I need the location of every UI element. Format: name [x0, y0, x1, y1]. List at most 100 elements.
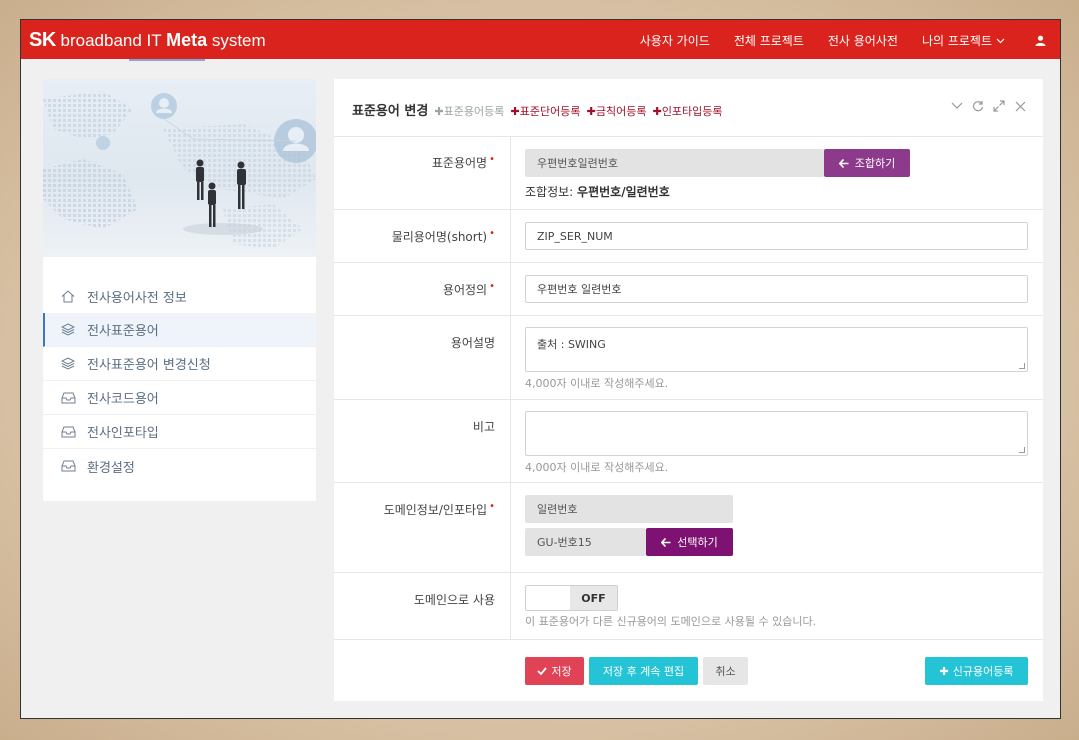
use-as-domain-help: 이 표준용어가 다른 신규용어의 도메인으로 사용될 수 있습니다. [525, 615, 817, 628]
row-domain: 도메인정보/인포타입 • 일련번호 GU-번호15 선택하기 [334, 483, 1043, 573]
sidebar-item-standard-terms[interactable]: 전사표준용어 [43, 313, 316, 347]
sidebar-item-dictionary-info[interactable]: 전사용어사전 정보 [43, 279, 316, 313]
refresh-icon[interactable] [971, 99, 985, 113]
nav-my-projects[interactable]: 나의 프로젝트 [922, 32, 1005, 49]
description-textarea[interactable]: 출처 : SWING [525, 327, 1028, 372]
logo-system: system [207, 31, 266, 50]
label-remark: 비고 [334, 400, 511, 482]
brand-logo[interactable]: SK broadband IT Meta system [29, 29, 266, 52]
link-register-forbidden[interactable]: ✚금칙어등록 [587, 105, 647, 118]
combine-button[interactable]: 조합하기 [824, 149, 910, 177]
sidebar-item-label: 전사인포타입 [87, 426, 159, 441]
chevron-down-icon[interactable] [950, 99, 964, 113]
row-definition: 용어정의 • 우편번호 일련번호 [334, 263, 1043, 316]
description-text: 출처 : SWING [537, 338, 606, 351]
save-continue-button[interactable]: 저장 후 계속 편집 [589, 657, 698, 685]
label-standard-term: 표준용어명 • [334, 137, 511, 209]
sidebar-item-label: 전사표준용어 변경신청 [87, 358, 211, 373]
link-label: 인포타입등록 [661, 105, 723, 118]
expand-icon[interactable] [992, 99, 1006, 113]
select-button-label: 선택하기 [677, 536, 718, 549]
home-icon [59, 287, 77, 305]
edit-panel: 표준용어 변경 ✚표준용어등록 ✚표준단어등록 ✚금칙어등록 ✚인포타입등록 표… [334, 79, 1043, 701]
use-as-domain-toggle[interactable]: OFF [525, 585, 618, 611]
link-register-term[interactable]: ✚표준용어등록 [434, 105, 504, 118]
inbox-icon [59, 389, 77, 407]
panel-title-area: 표준용어 변경 ✚표준용어등록 ✚표준단어등록 ✚금칙어등록 ✚인포타입등록 [352, 100, 723, 119]
label-text: 용어정의 [442, 283, 488, 297]
sidebar-item-label: 전사코드용어 [87, 392, 159, 407]
sidebar-item-code-terms[interactable]: 전사코드용어 [43, 381, 316, 415]
combo-info: 조합정보: 우편번호/일련번호 [525, 183, 670, 200]
required-mark: • [489, 281, 495, 292]
layers-icon [59, 321, 77, 339]
save-button-label: 저장 [551, 665, 572, 678]
save-continue-label: 저장 후 계속 편집 [602, 665, 685, 678]
resize-handle[interactable] [1019, 447, 1025, 453]
required-mark: • [489, 228, 495, 239]
user-icon[interactable] [1035, 32, 1046, 49]
row-description: 용어설명 출처 : SWING 4,000자 이내로 작성해주세요. [334, 316, 1043, 400]
select-button[interactable]: 선택하기 [646, 528, 733, 556]
row-standard-term: 표준용어명 • 우편번호일련번호 조합하기 조합정보: 우편번호/일련번호 [334, 137, 1043, 210]
cancel-button-label: 취소 [715, 665, 736, 678]
standard-term-input[interactable]: 우편번호일련번호 [525, 149, 824, 177]
label-text: 물리용어명(short) [391, 230, 488, 244]
app-window: SK broadband IT Meta system 사용자 가이드 전체 프… [20, 19, 1061, 719]
nav-user-guide[interactable]: 사용자 가이드 [640, 32, 710, 49]
page-title: 표준용어 변경 [352, 104, 429, 119]
resize-handle[interactable] [1019, 363, 1025, 369]
link-label: 금칙어등록 [595, 105, 647, 118]
check-icon [537, 667, 548, 675]
sidebar: 전사용어사전 정보 전사표준용어 전사표준용어 변경신청 전사코드용어 전사인포… [43, 79, 316, 501]
logo-broadband: broadband IT [55, 31, 167, 50]
top-nav: 사용자 가이드 전체 프로젝트 전사 용어사전 나의 프로젝트 [616, 32, 1046, 49]
row-use-as-domain: 도메인으로 사용 OFF 이 표준용어가 다른 신규용어의 도메인으로 사용될 … [334, 573, 1043, 640]
remark-textarea[interactable] [525, 411, 1028, 456]
label-text: 도메인정보/인포타입 [383, 503, 488, 517]
sidebar-item-label: 전사용어사전 정보 [87, 290, 187, 306]
nav-enterprise-dictionary[interactable]: 전사 용어사전 [828, 32, 898, 49]
toggle-off-label: OFF [570, 586, 617, 610]
label-text: 용어설명 [450, 336, 495, 350]
sidebar-item-label: 전사표준용어 [87, 324, 159, 339]
required-mark: • [489, 154, 495, 165]
sidebar-item-info-types[interactable]: 전사인포타입 [43, 415, 316, 449]
link-register-infotype[interactable]: ✚인포타입등록 [653, 105, 723, 118]
row-remark: 비고 4,000자 이내로 작성해주세요. [334, 400, 1043, 483]
cancel-button[interactable]: 취소 [703, 657, 748, 685]
plus-icon: ✚ [939, 664, 949, 678]
definition-input[interactable]: 우편번호 일련번호 [525, 275, 1028, 303]
label-use-as-domain: 도메인으로 사용 [334, 573, 511, 639]
logo-sk: SK [29, 29, 56, 51]
sidebar-item-label: 환경설정 [87, 460, 135, 476]
required-mark: • [489, 501, 495, 512]
link-register-word[interactable]: ✚표준단어등록 [511, 105, 581, 118]
row-physical-term: 물리용어명(short) • ZIP_SER_NUM [334, 210, 1043, 263]
top-navbar: SK broadband IT Meta system 사용자 가이드 전체 프… [21, 20, 1060, 59]
save-button[interactable]: 저장 [525, 657, 584, 685]
inbox-icon [59, 423, 77, 441]
layers-icon [59, 355, 77, 373]
close-icon[interactable] [1013, 99, 1027, 113]
label-physical-term: 물리용어명(short) • [334, 210, 511, 262]
label-definition: 용어정의 • [334, 263, 511, 315]
nav-all-projects[interactable]: 전체 프로젝트 [734, 32, 804, 49]
logo-meta: Meta [166, 30, 208, 50]
active-tab-indicator [129, 59, 205, 61]
combo-info-label: 조합정보: [525, 185, 574, 199]
sidebar-item-settings[interactable]: 환경설정 [43, 449, 316, 483]
panel-tools [950, 99, 1027, 113]
physical-term-input[interactable]: ZIP_SER_NUM [525, 222, 1028, 250]
new-term-label: 신규용어등록 [952, 665, 1014, 678]
sidebar-item-change-request[interactable]: 전사표준용어 변경신청 [43, 347, 316, 381]
arrow-left-icon [838, 158, 849, 168]
new-term-button[interactable]: ✚ 신규용어등록 [925, 657, 1028, 685]
hero-image [43, 79, 316, 257]
infotype-input[interactable]: GU-번호15 [525, 528, 646, 556]
sidebar-menu: 전사용어사전 정보 전사표준용어 전사표준용어 변경신청 전사코드용어 전사인포… [43, 279, 316, 483]
domain-input[interactable]: 일련번호 [525, 495, 733, 523]
label-text: 비고 [472, 420, 495, 434]
label-text: 도메인으로 사용 [413, 593, 495, 607]
nav-my-projects-label: 나의 프로젝트 [921, 34, 992, 48]
